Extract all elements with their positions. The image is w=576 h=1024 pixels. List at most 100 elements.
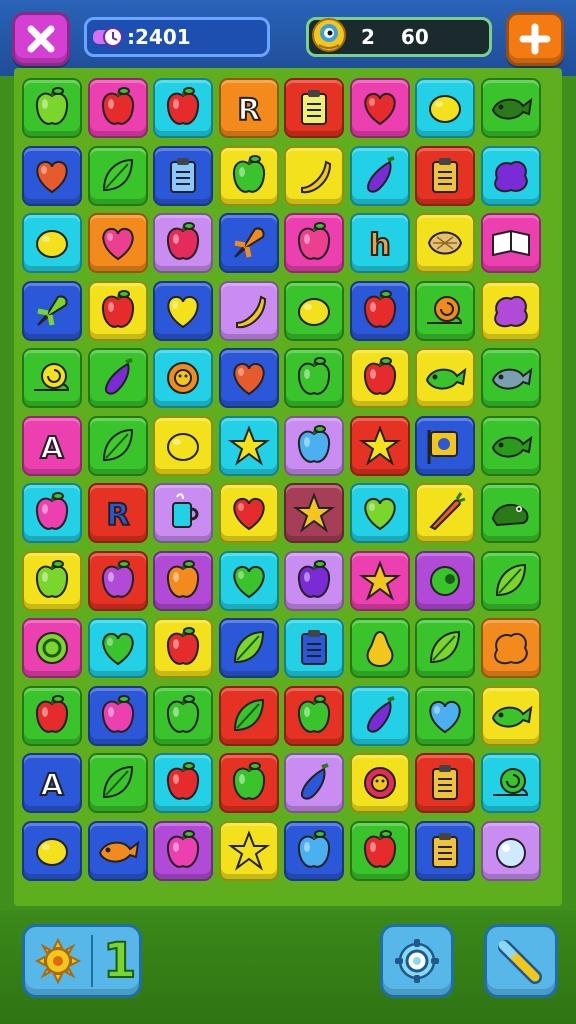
board-tile[interactable] — [480, 550, 541, 611]
board-tile[interactable] — [218, 145, 279, 206]
board-tile[interactable] — [284, 415, 344, 476]
board-tile[interactable] — [415, 820, 475, 881]
board-tile[interactable] — [153, 753, 213, 813]
close-button[interactable] — [12, 12, 70, 66]
board-tile[interactable] — [87, 618, 148, 678]
board-tile[interactable] — [87, 213, 148, 273]
board-tile[interactable] — [349, 483, 410, 543]
board-tile[interactable] — [415, 145, 475, 206]
board-tile[interactable] — [480, 415, 541, 476]
board-tile[interactable] — [153, 820, 213, 881]
board-tile[interactable]: h — [349, 213, 410, 273]
board-tile[interactable] — [87, 415, 148, 476]
board-tile[interactable] — [415, 213, 475, 273]
board-tile[interactable] — [480, 213, 541, 273]
board-tile[interactable] — [284, 348, 344, 408]
board-tile[interactable] — [22, 145, 82, 206]
board-tile[interactable] — [218, 213, 279, 273]
board-tile[interactable] — [22, 550, 82, 611]
board-tile[interactable] — [87, 348, 148, 408]
board-tile[interactable] — [22, 685, 82, 746]
board-tile[interactable] — [415, 348, 475, 408]
board-tile[interactable] — [87, 280, 148, 341]
board-tile[interactable] — [153, 618, 213, 678]
board-tile[interactable] — [480, 78, 541, 138]
board-tile[interactable] — [87, 145, 148, 206]
board-tile[interactable] — [284, 145, 344, 206]
board-tile[interactable] — [480, 685, 541, 746]
board-tile[interactable] — [349, 550, 410, 611]
board-tile[interactable] — [284, 685, 344, 746]
board-tile[interactable] — [415, 618, 475, 678]
board-tile[interactable] — [153, 483, 213, 543]
board-tile[interactable] — [218, 685, 279, 746]
board-tile[interactable] — [349, 753, 410, 813]
board-tile[interactable] — [153, 348, 213, 408]
board-tile[interactable] — [415, 550, 475, 611]
board-tile[interactable] — [218, 753, 279, 813]
board-tile[interactable] — [284, 550, 344, 611]
board-tile[interactable] — [480, 753, 541, 813]
board-tile[interactable] — [480, 618, 541, 678]
board-tile[interactable] — [22, 280, 82, 341]
board-tile[interactable] — [218, 550, 279, 611]
board-tile[interactable] — [415, 483, 475, 543]
board-tile[interactable] — [284, 280, 344, 341]
board-tile[interactable] — [87, 753, 148, 813]
board-tile[interactable] — [218, 820, 279, 881]
board-tile[interactable] — [284, 753, 344, 813]
board-tile[interactable] — [415, 685, 475, 746]
board-tile[interactable] — [218, 348, 279, 408]
board-tile[interactable] — [218, 618, 279, 678]
board-tile[interactable] — [349, 820, 410, 881]
board-tile[interactable] — [349, 685, 410, 746]
board-tile[interactable] — [480, 145, 541, 206]
board-tile[interactable] — [153, 685, 213, 746]
board-tile[interactable] — [349, 280, 410, 341]
board-tile[interactable] — [415, 280, 475, 341]
board-tile[interactable] — [22, 78, 82, 138]
board-tile[interactable] — [87, 820, 148, 881]
add-button[interactable] — [506, 12, 564, 66]
board-tile[interactable] — [22, 820, 82, 881]
board-tile[interactable] — [22, 213, 82, 273]
board-tile[interactable] — [284, 483, 344, 543]
board-tile[interactable] — [284, 213, 344, 273]
board-tile[interactable] — [284, 78, 344, 138]
board-tile[interactable]: A — [22, 753, 82, 813]
board-tile[interactable] — [218, 415, 279, 476]
board-tile[interactable]: A — [22, 415, 82, 476]
settings-button[interactable] — [380, 924, 454, 998]
board-tile[interactable] — [480, 348, 541, 408]
board-tile[interactable] — [480, 483, 541, 543]
board-tile[interactable] — [349, 618, 410, 678]
board-tile[interactable] — [415, 78, 475, 138]
board-tile[interactable] — [87, 550, 148, 611]
board-tile[interactable] — [349, 78, 410, 138]
board-tile[interactable] — [153, 78, 213, 138]
board-tile[interactable]: R — [218, 78, 279, 138]
board-tile[interactable] — [218, 483, 279, 543]
board-tile[interactable] — [480, 280, 541, 341]
board-tile[interactable] — [22, 483, 82, 543]
board-tile[interactable] — [415, 415, 475, 476]
board-tile[interactable] — [22, 348, 82, 408]
board-tile[interactable] — [284, 618, 344, 678]
board-tile[interactable] — [153, 145, 213, 206]
board-tile[interactable] — [87, 78, 148, 138]
board-tile[interactable] — [480, 820, 541, 881]
board-tile[interactable] — [349, 415, 410, 476]
board-tile[interactable] — [87, 685, 148, 746]
board-tile[interactable] — [218, 280, 279, 341]
board-tile[interactable] — [153, 415, 213, 476]
board-tile[interactable] — [153, 280, 213, 341]
board-tile[interactable] — [153, 550, 213, 611]
board-tile[interactable] — [153, 213, 213, 273]
board-tile[interactable] — [415, 753, 475, 813]
booster-panel[interactable]: 1 — [22, 924, 142, 998]
hammer-button[interactable] — [484, 924, 558, 998]
board-tile[interactable] — [349, 145, 410, 206]
board-tile[interactable] — [284, 820, 344, 881]
board-tile[interactable] — [22, 618, 82, 678]
board-tile[interactable] — [349, 348, 410, 408]
